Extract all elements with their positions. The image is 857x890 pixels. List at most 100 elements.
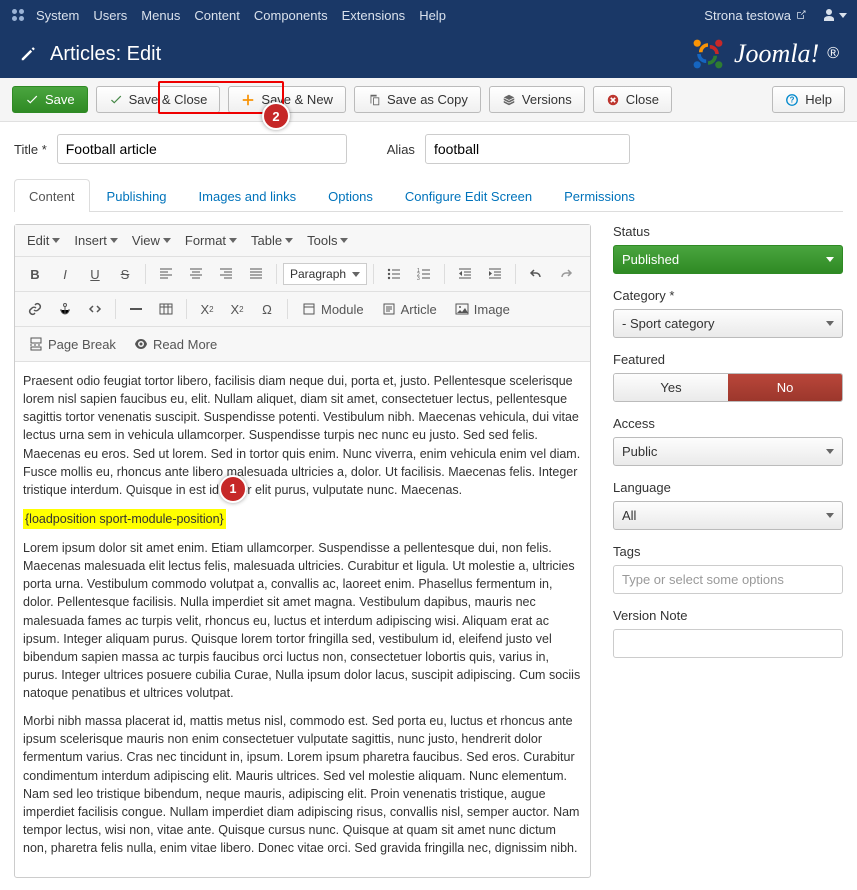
module-button[interactable]: Module — [294, 296, 372, 322]
editor-toolbar-2: X2 X2 Ω Module Article Image — [15, 292, 590, 327]
italic-button[interactable]: I — [51, 261, 79, 287]
form-body: Title * Alias Content Publishing Images … — [0, 122, 857, 890]
tab-permissions[interactable]: Permissions — [549, 179, 650, 212]
editor: Edit Insert View Format Table Tools B I … — [14, 224, 591, 878]
menu-help[interactable]: Help — [419, 8, 446, 23]
category-select[interactable]: - Sport category — [613, 309, 843, 338]
menu-extensions[interactable]: Extensions — [342, 8, 406, 23]
anchor-button[interactable] — [51, 296, 79, 322]
editor-menu-format[interactable]: Format — [179, 229, 243, 252]
page-header: Articles: Edit Joomla!® — [0, 30, 857, 78]
outdent-button[interactable] — [451, 261, 479, 287]
save-copy-button[interactable]: Save as Copy — [354, 86, 481, 113]
featured-yes[interactable]: Yes — [614, 374, 728, 401]
language-select[interactable]: All — [613, 501, 843, 530]
subscript-button[interactable]: X2 — [193, 296, 221, 322]
bullet-list-button[interactable] — [380, 261, 408, 287]
external-link-icon — [795, 9, 807, 21]
table-button[interactable] — [152, 296, 180, 322]
ol-icon: 123 — [417, 267, 431, 281]
user-icon — [821, 7, 837, 23]
save-close-button[interactable]: Save & Close — [96, 86, 221, 113]
alias-input[interactable] — [425, 134, 630, 164]
versions-button[interactable]: Versions — [489, 86, 585, 113]
indent-button[interactable] — [481, 261, 509, 287]
apply-icon — [25, 93, 39, 107]
close-button[interactable]: Close — [593, 86, 672, 113]
outdent-icon — [458, 267, 472, 281]
charmap-button[interactable]: Ω — [253, 296, 281, 322]
pencil-icon — [18, 44, 38, 64]
hr-button[interactable] — [122, 296, 150, 322]
align-right-button[interactable] — [212, 261, 240, 287]
redo-icon — [559, 267, 573, 281]
site-frontend-link[interactable]: Strona testowa — [704, 8, 807, 23]
anchor-icon — [58, 302, 72, 316]
editor-menu-table[interactable]: Table — [245, 229, 299, 252]
underline-button[interactable]: U — [81, 261, 109, 287]
link-button[interactable] — [21, 296, 49, 322]
access-label: Access — [613, 416, 843, 431]
featured-no[interactable]: No — [728, 374, 842, 401]
align-center-icon — [189, 267, 203, 281]
access-select[interactable]: Public — [613, 437, 843, 466]
link-icon — [28, 302, 42, 316]
featured-label: Featured — [613, 352, 843, 367]
alias-label: Alias — [387, 142, 415, 157]
readmore-button[interactable]: Read More — [126, 331, 225, 357]
undo-button[interactable] — [522, 261, 550, 287]
save-button[interactable]: Save — [12, 86, 88, 113]
tab-publishing[interactable]: Publishing — [92, 179, 182, 212]
user-menu[interactable] — [821, 7, 847, 23]
caret-down-icon — [826, 513, 834, 518]
bold-button[interactable]: B — [21, 261, 49, 287]
align-justify-button[interactable] — [242, 261, 270, 287]
superscript-button[interactable]: X2 — [223, 296, 251, 322]
editor-menu-edit[interactable]: Edit — [21, 229, 66, 252]
ul-icon — [387, 267, 401, 281]
redo-button[interactable] — [552, 261, 580, 287]
code-button[interactable] — [81, 296, 109, 322]
undo-icon — [529, 267, 543, 281]
align-left-button[interactable] — [152, 261, 180, 287]
align-justify-icon — [249, 267, 263, 281]
menu-menus[interactable]: Menus — [141, 8, 180, 23]
category-label: Category * — [613, 288, 843, 303]
editor-menu-insert[interactable]: Insert — [68, 229, 124, 252]
page-title: Articles: Edit — [50, 43, 690, 66]
tab-images-links[interactable]: Images and links — [184, 179, 312, 212]
tags-input[interactable]: Type or select some options — [613, 565, 843, 594]
pagebreak-button[interactable]: Page Break — [21, 331, 124, 357]
readmore-icon — [134, 337, 148, 351]
featured-toggle[interactable]: Yes No — [613, 373, 843, 402]
language-label: Language — [613, 480, 843, 495]
title-input[interactable] — [57, 134, 347, 164]
tab-content[interactable]: Content — [14, 179, 90, 212]
caret-down-icon — [826, 257, 834, 262]
format-select[interactable]: Paragraph — [283, 263, 367, 285]
image-icon — [455, 302, 469, 316]
strike-button[interactable]: S — [111, 261, 139, 287]
menu-system[interactable]: System — [36, 8, 79, 23]
caret-down-icon — [229, 238, 237, 243]
editor-menu-tools[interactable]: Tools — [301, 229, 354, 252]
article-button[interactable]: Article — [374, 296, 445, 322]
menu-content[interactable]: Content — [194, 8, 240, 23]
indent-icon — [488, 267, 502, 281]
editor-content[interactable]: Praesent odio feugiat tortor libero, fac… — [15, 362, 590, 877]
number-list-button[interactable]: 123 — [410, 261, 438, 287]
version-note-input[interactable] — [613, 629, 843, 658]
image-button[interactable]: Image — [447, 296, 518, 322]
align-left-icon — [159, 267, 173, 281]
editor-menu-view[interactable]: View — [126, 229, 177, 252]
status-select[interactable]: Published — [613, 245, 843, 274]
editor-menubar: Edit Insert View Format Table Tools — [15, 225, 590, 257]
tab-configure-edit[interactable]: Configure Edit Screen — [390, 179, 547, 212]
tab-options[interactable]: Options — [313, 179, 388, 212]
content-paragraph: Praesent odio feugiat tortor libero, fac… — [23, 372, 582, 499]
align-center-button[interactable] — [182, 261, 210, 287]
joomla-logo-icon — [690, 36, 726, 72]
menu-components[interactable]: Components — [254, 8, 328, 23]
help-button[interactable]: ? Help — [772, 86, 845, 113]
menu-users[interactable]: Users — [93, 8, 127, 23]
